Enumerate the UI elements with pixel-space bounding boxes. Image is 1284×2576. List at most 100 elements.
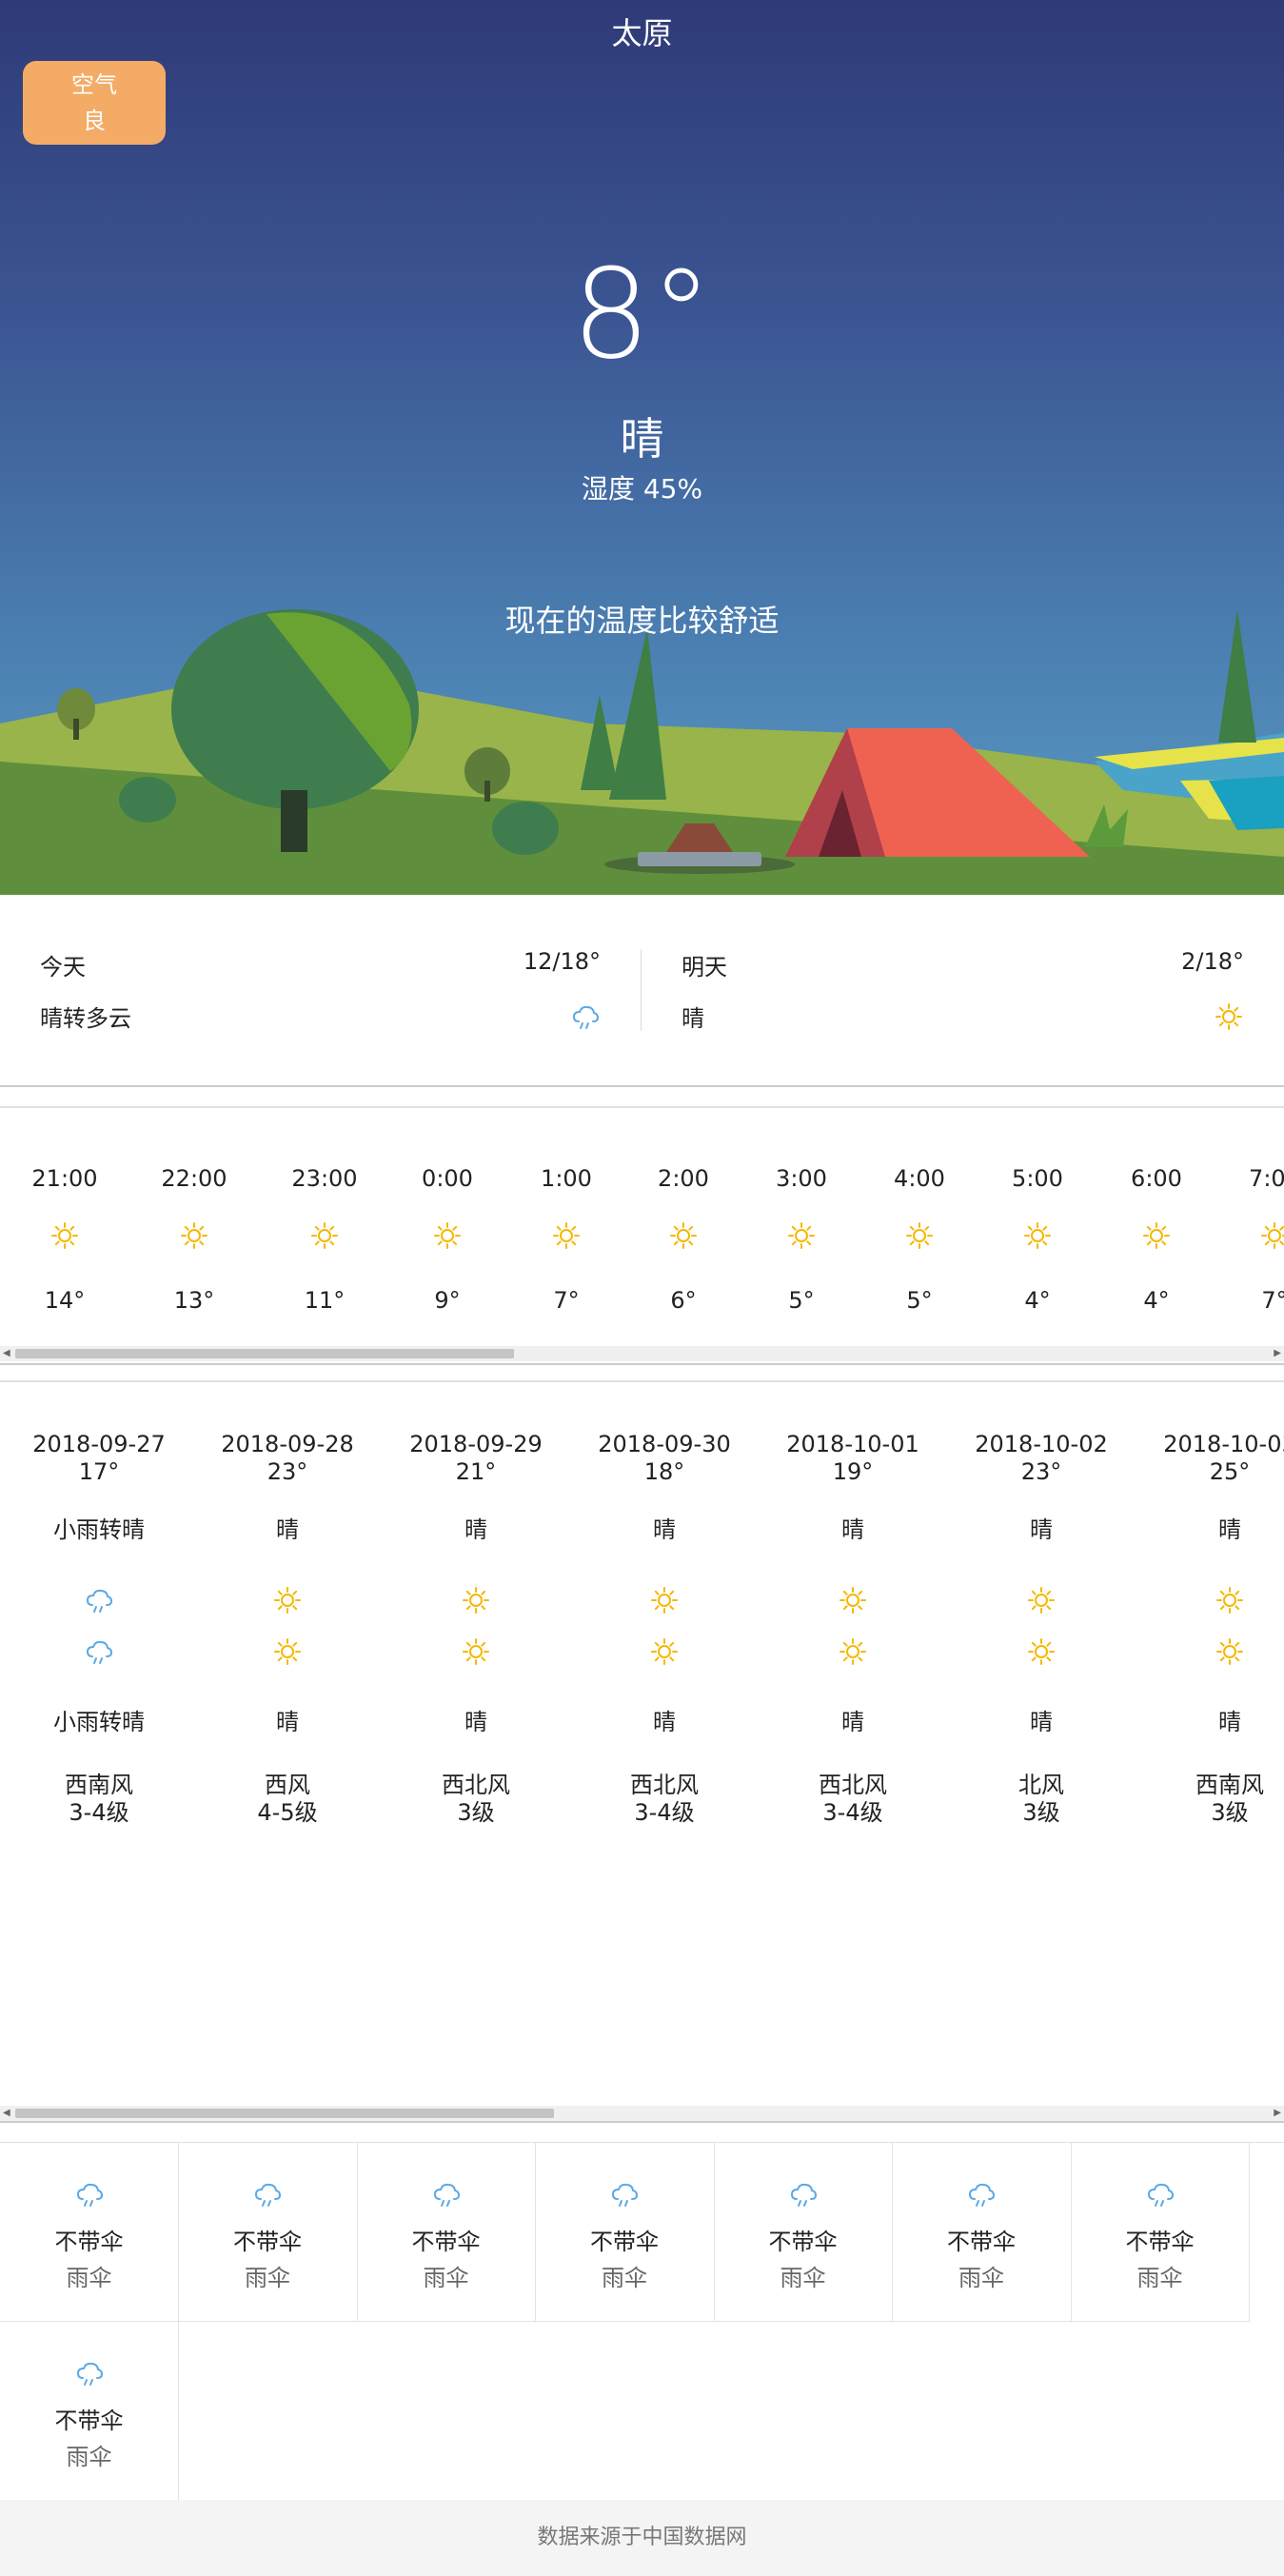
sun-icon bbox=[1026, 1585, 1057, 1619]
sun-icon bbox=[1259, 1220, 1284, 1255]
today-range: 12/18° bbox=[523, 948, 601, 975]
tomorrow-label: 明天 bbox=[682, 954, 727, 981]
data-source-footer: 数据来源于中国数据网 bbox=[0, 2500, 1284, 2576]
life-index-name: 雨伞 bbox=[780, 2265, 826, 2291]
city-title: 太原 bbox=[611, 15, 673, 51]
sun-icon bbox=[179, 1220, 209, 1255]
hour-temp: 11° bbox=[304, 1287, 346, 1314]
cloud-rain-icon bbox=[252, 2179, 283, 2213]
hour-time: 6:00 bbox=[1131, 1165, 1182, 1192]
daily-level: 4-5级 bbox=[257, 1799, 318, 1826]
daily-forecast-scroller[interactable]: 2018-09-27 17° 小雨转晴 小雨转晴 西南风 3-4级 2018-09-28 23… bbox=[0, 1380, 1284, 2123]
life-index-card[interactable]: 不带伞 雨伞 bbox=[357, 2143, 536, 2322]
cloud-rain-icon bbox=[431, 2179, 462, 2213]
sun-icon bbox=[272, 1585, 303, 1619]
today-condition: 晴转多云 bbox=[40, 1005, 131, 1032]
life-index-label: 不带伞 bbox=[768, 2229, 838, 2255]
daily-night: 晴 bbox=[464, 1709, 487, 1735]
life-index-grid: 不带伞 雨伞 不带伞 雨伞 不带伞 雨伞 不带伞 雨伞 不带伞 雨伞 不带伞 雨伞 不带伞 雨伞 不带伞 雨伞 bbox=[0, 2142, 1284, 2501]
daily-level: 3-4级 bbox=[69, 1799, 129, 1826]
daily-level: 3级 bbox=[457, 1799, 495, 1826]
scroll-right-icon[interactable]: ▶ bbox=[1274, 2108, 1281, 2118]
daily-temp: 18° bbox=[643, 1458, 685, 1485]
hour-temp: 5° bbox=[906, 1287, 933, 1314]
hour-temp: 13° bbox=[173, 1287, 215, 1314]
life-index-card[interactable]: 不带伞 雨伞 bbox=[535, 2143, 715, 2322]
daily-date: 2018-09-29 bbox=[409, 1431, 543, 1457]
sun-icon bbox=[1215, 1636, 1245, 1671]
hourly-scrollbar[interactable]: ◀ ▶ bbox=[0, 1346, 1284, 1361]
scroll-right-icon[interactable]: ▶ bbox=[1274, 1348, 1281, 1358]
life-index-name: 雨伞 bbox=[423, 2265, 469, 2291]
comfort-tip: 现在的温度比较舒适 bbox=[504, 603, 780, 639]
sun-icon bbox=[838, 1636, 868, 1671]
sun-icon bbox=[649, 1636, 680, 1671]
daily-scroll-thumb[interactable] bbox=[15, 2109, 554, 2118]
sun-icon bbox=[309, 1220, 340, 1255]
daily-date: 2018-09-30 bbox=[598, 1431, 731, 1457]
sun-icon bbox=[461, 1636, 491, 1671]
daily-level: 3级 bbox=[1211, 1799, 1249, 1826]
sun-icon bbox=[1215, 1585, 1245, 1619]
hour-time: 21:00 bbox=[31, 1165, 98, 1192]
life-index-card[interactable]: 不带伞 雨伞 bbox=[0, 2143, 179, 2322]
air-quality-badge[interactable]: 空气 良 bbox=[23, 61, 166, 145]
aqi-label: 空气 bbox=[71, 71, 117, 98]
life-index-name: 雨伞 bbox=[602, 2265, 647, 2291]
daily-level: 3-4级 bbox=[822, 1799, 883, 1826]
sun-icon bbox=[668, 1220, 699, 1255]
life-index-label: 不带伞 bbox=[54, 2229, 124, 2255]
daily-night: 晴 bbox=[276, 1709, 299, 1735]
life-index-card[interactable]: 不带伞 雨伞 bbox=[0, 2322, 179, 2501]
tomorrow-range: 2/18° bbox=[1181, 948, 1244, 975]
hour-temp: 5° bbox=[788, 1287, 815, 1314]
daily-temp: 23° bbox=[1020, 1458, 1062, 1485]
daily-temp: 19° bbox=[832, 1458, 874, 1485]
life-index-name: 雨伞 bbox=[66, 2265, 112, 2291]
sun-icon bbox=[904, 1220, 935, 1255]
daily-temp: 25° bbox=[1209, 1458, 1251, 1485]
current-condition: 晴 bbox=[620, 413, 664, 465]
life-index-card[interactable]: 不带伞 雨伞 bbox=[714, 2143, 893, 2322]
cloud-rain-icon bbox=[609, 2179, 640, 2213]
life-index-card[interactable]: 不带伞 雨伞 bbox=[178, 2143, 358, 2322]
sun-icon bbox=[838, 1585, 868, 1619]
cloud-rain-icon bbox=[74, 2179, 105, 2213]
daily-night: 小雨转晴 bbox=[53, 1709, 145, 1735]
hour-temp: 14° bbox=[44, 1287, 86, 1314]
life-index-card[interactable]: 不带伞 雨伞 bbox=[892, 2143, 1072, 2322]
life-index-name: 雨伞 bbox=[66, 2444, 112, 2470]
sun-icon bbox=[786, 1220, 817, 1255]
scroll-left-icon[interactable]: ◀ bbox=[3, 1348, 10, 1358]
cloud-rain-icon bbox=[570, 1001, 601, 1036]
daily-scrollbar[interactable]: ◀ ▶ bbox=[0, 2106, 1284, 2121]
hourly-forecast-scroller[interactable]: 21:00 14° 22:00 13° 23:00 11° 0:00 9° 1:00 7° 2:00… bbox=[0, 1106, 1284, 1365]
daily-night: 晴 bbox=[1030, 1709, 1053, 1735]
daily-temp: 23° bbox=[267, 1458, 308, 1485]
life-index-name: 雨伞 bbox=[958, 2265, 1004, 2291]
sun-icon bbox=[432, 1220, 463, 1255]
cloud-rain-icon bbox=[84, 1585, 114, 1619]
hour-time: 3:00 bbox=[776, 1165, 827, 1192]
hour-time: 2:00 bbox=[658, 1165, 709, 1192]
sun-icon bbox=[49, 1220, 80, 1255]
weather-hero: 太原 空气 良 8° 晴 湿度 45% 现在的温度比较舒适 bbox=[0, 0, 1284, 895]
hour-temp: 7° bbox=[1261, 1287, 1284, 1314]
scroll-left-icon[interactable]: ◀ bbox=[3, 2108, 10, 2118]
sun-icon bbox=[649, 1585, 680, 1619]
hour-time: 4:00 bbox=[894, 1165, 945, 1192]
daily-date: 2018-10-02 bbox=[975, 1431, 1108, 1457]
today-card: 今天 12/18° 晴转多云 bbox=[0, 895, 641, 1085]
sun-icon bbox=[1141, 1220, 1172, 1255]
life-index-name: 雨伞 bbox=[1136, 2265, 1183, 2291]
life-index-card[interactable]: 不带伞 雨伞 bbox=[1071, 2143, 1250, 2322]
sun-icon bbox=[551, 1220, 582, 1255]
sun-icon bbox=[461, 1585, 491, 1619]
life-index-label: 不带伞 bbox=[233, 2229, 302, 2255]
hourly-scroll-thumb[interactable] bbox=[15, 1349, 514, 1358]
life-index-label: 不带伞 bbox=[1125, 2229, 1195, 2255]
current-temperature: 8° bbox=[571, 242, 713, 386]
daily-temp: 17° bbox=[78, 1458, 120, 1485]
today-tomorrow-panel: 今天 12/18° 晴转多云 明天 2/18° 晴 bbox=[0, 895, 1284, 1087]
hour-temp: 9° bbox=[434, 1287, 461, 1314]
